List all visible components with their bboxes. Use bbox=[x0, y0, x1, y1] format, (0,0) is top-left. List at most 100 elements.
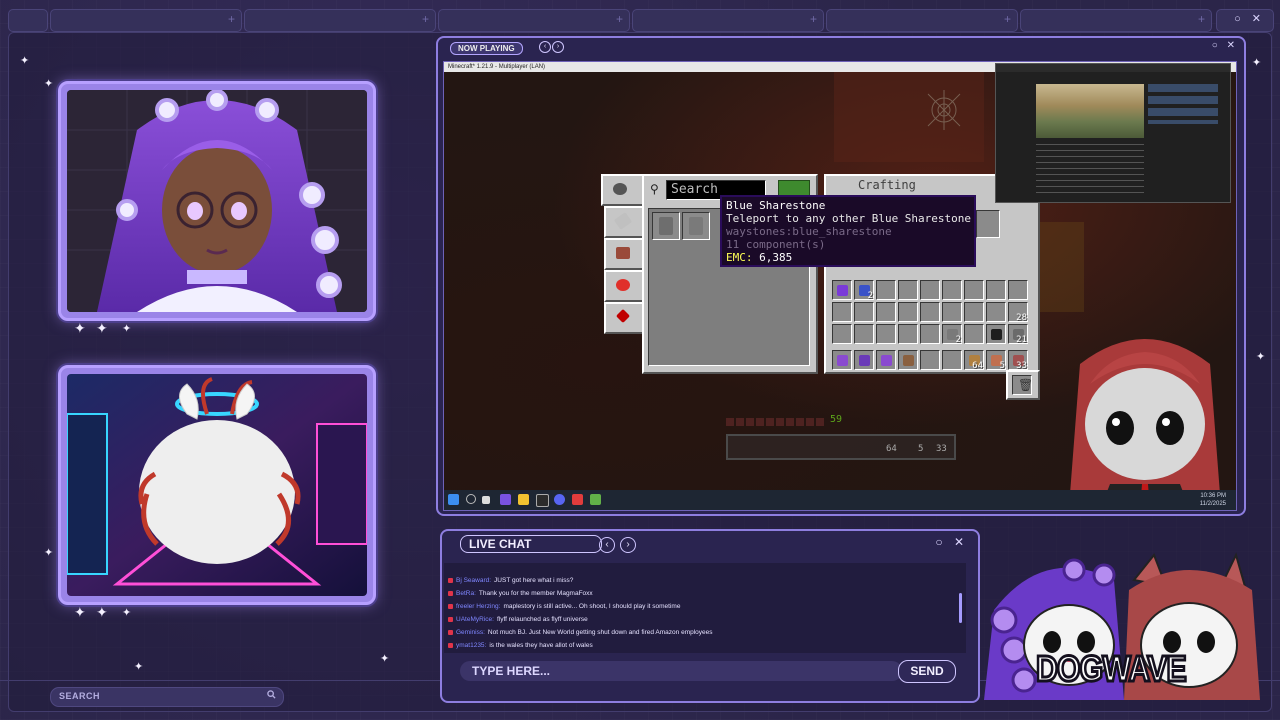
inventory-slot[interactable] bbox=[898, 280, 918, 300]
stack-count: 5 bbox=[999, 361, 1005, 371]
minecraft-icon[interactable] bbox=[590, 494, 601, 505]
chat-scrollbar[interactable] bbox=[959, 593, 962, 623]
plus-icon[interactable]: + bbox=[422, 12, 429, 26]
inventory-slot[interactable] bbox=[942, 280, 962, 300]
inventory-slot[interactable] bbox=[652, 212, 680, 240]
plus-icon[interactable]: + bbox=[1004, 12, 1011, 26]
hotbar-slot[interactable] bbox=[876, 350, 896, 370]
inventory-slot[interactable] bbox=[832, 302, 852, 322]
inventory-slot[interactable]: 2 bbox=[854, 280, 874, 301]
chat-input[interactable]: TYPE HERE... bbox=[460, 661, 902, 681]
inventory-slot[interactable] bbox=[898, 302, 918, 322]
search-bar[interactable]: SEARCH bbox=[50, 687, 284, 707]
category-tab[interactable] bbox=[604, 302, 644, 334]
inventory-slot[interactable] bbox=[1008, 280, 1028, 300]
inventory-slot[interactable] bbox=[876, 302, 896, 322]
app-icon[interactable] bbox=[572, 494, 583, 505]
hotbar-count: 33 bbox=[936, 444, 947, 454]
discord-icon[interactable] bbox=[554, 494, 565, 505]
inventory-slot[interactable] bbox=[832, 324, 852, 344]
search-icon[interactable] bbox=[466, 494, 476, 504]
inventory-slot[interactable] bbox=[832, 280, 852, 300]
inventory-slot[interactable] bbox=[986, 324, 1006, 344]
sparkle-icon: ✦ bbox=[74, 604, 86, 620]
stack-count: 2 bbox=[955, 335, 961, 345]
send-button[interactable]: SEND bbox=[898, 660, 956, 683]
chat-message: ymat1235: is the wales they have allot of… bbox=[448, 642, 593, 649]
apple-icon bbox=[616, 279, 630, 291]
sparkle-icon: ✦ bbox=[1252, 57, 1262, 69]
trash-slot[interactable]: 🗑 bbox=[1012, 375, 1033, 395]
sharestone-icon bbox=[659, 217, 673, 235]
terminal-icon[interactable] bbox=[536, 494, 549, 507]
inventory-slot[interactable] bbox=[964, 302, 984, 322]
hotbar-slot[interactable] bbox=[854, 350, 874, 370]
hotbar-slot[interactable]: 5 bbox=[986, 350, 1006, 371]
inventory-slot[interactable] bbox=[942, 302, 962, 322]
chat-username: Geminiss: bbox=[456, 629, 485, 636]
hotbar-slot[interactable]: 33 bbox=[1008, 350, 1028, 371]
game-screen[interactable]: Minecraft* 1.21.9 - Multiplayer (LAN) ⚲ … bbox=[443, 61, 1237, 511]
now-playing-header: NOW PLAYING ‹ › ○ ✕ bbox=[438, 38, 1244, 56]
category-tab[interactable] bbox=[604, 238, 644, 270]
category-tab[interactable] bbox=[604, 206, 644, 238]
inventory-slot[interactable] bbox=[986, 280, 1006, 300]
inventory-slot[interactable] bbox=[986, 302, 1006, 322]
category-tab[interactable] bbox=[604, 270, 644, 302]
top-tab[interactable]: + bbox=[1020, 9, 1212, 32]
stack-count: 28 bbox=[1016, 313, 1027, 323]
top-tab[interactable] bbox=[8, 9, 48, 32]
chat-message: BetRa: Thank you for the member MagmaFoxx bbox=[448, 590, 593, 597]
folder-icon[interactable] bbox=[518, 494, 529, 505]
vtuber-avatar-image bbox=[67, 90, 367, 312]
inventory-slot[interactable] bbox=[854, 302, 874, 322]
inventory-slot[interactable] bbox=[682, 212, 710, 240]
inventory-slot[interactable]: 21 bbox=[1008, 324, 1028, 345]
top-tab[interactable]: + bbox=[50, 9, 242, 32]
plus-icon[interactable]: + bbox=[616, 12, 623, 26]
inventory-slot[interactable] bbox=[920, 324, 940, 344]
inventory-slot[interactable]: 2 bbox=[942, 324, 962, 345]
chevron-left-icon[interactable]: ‹ bbox=[539, 41, 551, 53]
inventory-slot[interactable] bbox=[854, 324, 874, 344]
window-controls[interactable]: ○ ✕ bbox=[1234, 12, 1265, 25]
chevron-left-icon[interactable]: ‹ bbox=[599, 537, 615, 553]
task-view-icon[interactable] bbox=[482, 496, 490, 504]
hotbar-slot[interactable] bbox=[832, 350, 852, 370]
inventory-slot[interactable]: 28 bbox=[1008, 302, 1028, 323]
hotbar-slot[interactable] bbox=[898, 350, 918, 370]
window-controls[interactable]: ○ ✕ bbox=[1212, 40, 1238, 51]
plus-icon[interactable]: + bbox=[1198, 12, 1205, 26]
sparkle-icon: ✦ bbox=[122, 607, 132, 619]
embedded-article-image bbox=[1036, 84, 1144, 138]
top-tab[interactable]: + bbox=[244, 9, 436, 32]
plus-icon[interactable]: + bbox=[810, 12, 817, 26]
sparkle-icon: ✦ bbox=[20, 55, 30, 67]
inventory-slot[interactable] bbox=[876, 324, 896, 344]
window-controls[interactable]: ○ ✕ bbox=[935, 535, 968, 549]
chevron-right-icon[interactable]: › bbox=[620, 537, 636, 553]
chevron-right-icon[interactable]: › bbox=[552, 41, 564, 53]
inventory-slot[interactable] bbox=[876, 280, 896, 300]
top-tab[interactable]: + bbox=[632, 9, 824, 32]
start-icon[interactable] bbox=[448, 494, 459, 505]
search-icon[interactable] bbox=[267, 690, 276, 702]
chat-username: BetRa: bbox=[456, 590, 476, 597]
inventory-slot[interactable] bbox=[920, 302, 940, 322]
plus-icon[interactable]: + bbox=[228, 12, 235, 26]
taskbar-time: 10:36 PM bbox=[1200, 493, 1226, 499]
inventory-slot[interactable] bbox=[964, 324, 984, 344]
chat-username: UAteMyRice: bbox=[456, 616, 494, 623]
hotbar-slot[interactable] bbox=[942, 350, 962, 370]
top-tab[interactable]: + bbox=[438, 9, 630, 32]
category-tab[interactable] bbox=[601, 174, 645, 206]
inventory-slot[interactable] bbox=[898, 324, 918, 344]
embedded-window-titlebar bbox=[996, 64, 1230, 72]
hotbar-slot[interactable]: 64 bbox=[964, 350, 984, 371]
inventory-slot[interactable] bbox=[964, 280, 984, 300]
hotbar-slot[interactable] bbox=[920, 350, 940, 370]
inventory-slot[interactable] bbox=[920, 280, 940, 300]
top-tab[interactable]: + bbox=[826, 9, 1018, 32]
app-icon[interactable] bbox=[500, 494, 511, 505]
crafting-output-slot[interactable] bbox=[976, 210, 1000, 238]
